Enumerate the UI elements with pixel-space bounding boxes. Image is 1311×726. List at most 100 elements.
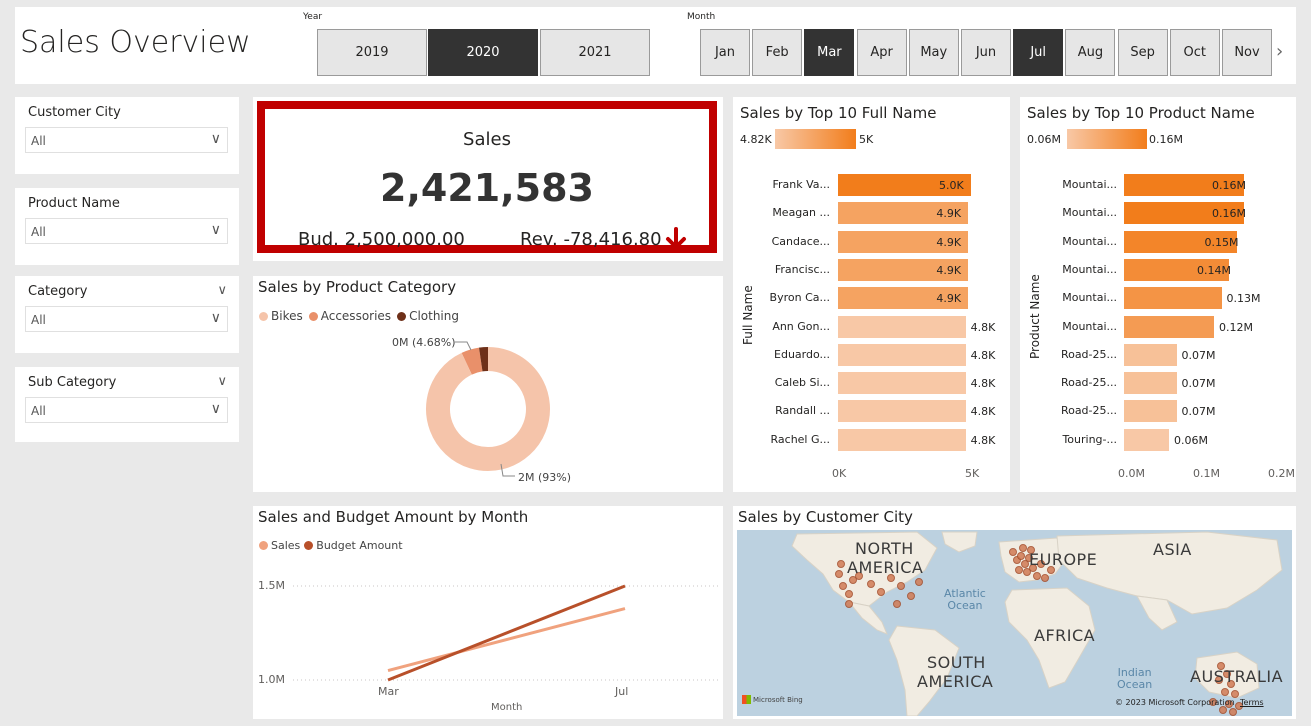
bar-data-label: 0.16M — [1212, 207, 1246, 221]
chevron-down-icon[interactable]: ∨ — [217, 283, 227, 298]
bar[interactable] — [1124, 287, 1222, 310]
bar[interactable] — [1124, 372, 1177, 395]
series-line-budget-amount[interactable] — [387, 584, 626, 682]
category-dropdown[interactable]: All ∨ — [25, 306, 228, 332]
bar[interactable] — [1124, 343, 1177, 366]
bar[interactable] — [838, 428, 966, 451]
map-canvas[interactable]: NORTH AMERICA EUROPE ASIA AFRICA SOUTH A… — [737, 530, 1292, 716]
city-point[interactable] — [835, 570, 843, 578]
month-button-4[interactable]: May — [908, 29, 959, 76]
month-button-2[interactable]: Mar — [804, 29, 855, 76]
chevron-down-icon[interactable]: ∨ — [217, 374, 227, 389]
top10-fullname-card: Sales by Top 10 Full Name 4.82K 5K Full … — [733, 97, 1010, 492]
city-point[interactable] — [1019, 544, 1027, 552]
header-bar: Sales Overview Year 2019 2020 2021 Month J… — [15, 7, 1296, 84]
city-point[interactable] — [897, 582, 905, 590]
chart-title: Sales by Top 10 Product Name — [1027, 104, 1255, 122]
city-point[interactable] — [1017, 552, 1025, 560]
customer-city-dropdown[interactable]: All ∨ — [25, 127, 228, 153]
city-point[interactable] — [1033, 572, 1041, 580]
donut-slice-bikes[interactable] — [426, 347, 550, 471]
kpi-value: 2,421,583 — [380, 166, 594, 210]
bar-category-label: Caleb Si... — [774, 376, 830, 390]
city-point[interactable] — [845, 600, 853, 608]
year-button-1[interactable]: 2020 — [428, 29, 538, 76]
bar-category-label: Randall ... — [775, 404, 830, 418]
donut-slice-accessories[interactable] — [461, 347, 483, 375]
bar[interactable] — [1124, 315, 1214, 338]
bar[interactable] — [838, 372, 966, 395]
sales-budget-line-card: Sales and Budget Amount by Month Sales B… — [253, 506, 723, 719]
page-title: Sales Overview — [20, 25, 251, 60]
city-point[interactable] — [1231, 690, 1239, 698]
city-point[interactable] — [1041, 574, 1049, 582]
map-label: ASIA — [1153, 540, 1192, 559]
year-button-2[interactable]: 2021 — [540, 29, 650, 76]
product-name-dropdown[interactable]: All ∨ — [25, 218, 228, 244]
legend-max: 5K — [859, 133, 874, 146]
city-point[interactable] — [907, 592, 915, 600]
city-point[interactable] — [893, 600, 901, 608]
city-point[interactable] — [1219, 706, 1227, 714]
sub-category-dropdown[interactable]: All ∨ — [25, 397, 228, 423]
kpi-budget: Bud. 2,500,000.00 — [298, 229, 465, 250]
y-tick: 1.5M — [258, 579, 285, 592]
city-point[interactable] — [877, 588, 885, 596]
city-point[interactable] — [1221, 688, 1229, 696]
bar[interactable] — [838, 315, 966, 338]
city-point[interactable] — [837, 560, 845, 568]
year-button-0[interactable]: 2019 — [317, 29, 427, 76]
donut-label-large: 2M (93%) — [518, 471, 572, 484]
month-button-6[interactable]: Jul — [1013, 29, 1064, 76]
month-button-5[interactable]: Jun — [961, 29, 1011, 76]
filter-sub-category: Sub Category ∨ All ∨ — [15, 367, 239, 442]
ocean-label: Atlantic Ocean — [944, 588, 986, 612]
month-button-7[interactable]: Aug — [1065, 29, 1116, 76]
x-axis-tick: 0K — [832, 467, 847, 480]
sales-kpi-card[interactable]: Sales 2,421,583 Bud. 2,500,000.00 Rev. -… — [253, 97, 723, 261]
city-point[interactable] — [845, 590, 853, 598]
bar[interactable] — [1124, 428, 1169, 451]
city-point[interactable] — [839, 582, 847, 590]
month-button-1[interactable]: Feb — [752, 29, 803, 76]
series-line-sales[interactable] — [387, 607, 626, 673]
bar-data-label: 0.16M — [1212, 179, 1246, 192]
bar-category-label: Eduardo... — [774, 347, 830, 361]
month-button-0[interactable]: Jan — [700, 29, 750, 76]
donut-slice-clothing[interactable] — [478, 347, 489, 372]
donut-label-small: 0M (4.68%) — [392, 336, 456, 349]
month-button-8[interactable]: Sep — [1117, 29, 1168, 76]
bar-category-label: Mountai... — [1062, 234, 1117, 248]
donut-chart[interactable] — [253, 276, 723, 492]
month-button-10[interactable]: Nov — [1222, 29, 1272, 76]
bar[interactable] — [838, 400, 966, 423]
bar-data-label: 4.9K — [936, 292, 962, 306]
city-point[interactable] — [1015, 566, 1023, 574]
bar[interactable] — [838, 343, 966, 366]
x-axis-tick: 0.0M — [1118, 467, 1145, 480]
bar-category-label: Ann Gon... — [772, 319, 830, 333]
city-point[interactable] — [915, 578, 923, 586]
chevron-right-icon[interactable]: › — [1276, 41, 1283, 62]
bar-data-label: 4.8K — [970, 348, 996, 362]
bar[interactable] — [1124, 400, 1177, 423]
terms-link[interactable]: Terms — [1240, 698, 1264, 707]
line-chart[interactable] — [253, 506, 723, 719]
month-button-9[interactable]: Oct — [1169, 29, 1220, 76]
bar-data-label: 0.15M — [1204, 235, 1239, 249]
map-label: AMERICA — [847, 558, 924, 577]
bar-category-label: Touring-... — [1062, 432, 1117, 446]
y-axis-title: Product Name — [1028, 274, 1042, 359]
city-point[interactable] — [867, 580, 875, 588]
city-point[interactable] — [1009, 548, 1017, 556]
city-point[interactable] — [1023, 568, 1031, 576]
month-button-3[interactable]: Apr — [856, 29, 907, 76]
filter-product-name: Product Name All ∨ — [15, 188, 239, 265]
kpi-label: Sales — [463, 129, 511, 150]
bar-data-label: 0.06M — [1174, 433, 1208, 447]
dropdown-value: All — [31, 225, 46, 239]
chart-title: Sales by Customer City — [738, 508, 913, 526]
map-label: EUROPE — [1029, 550, 1098, 569]
chart-title: Sales by Top 10 Full Name — [740, 104, 937, 122]
x-tick: Mar — [378, 685, 399, 698]
